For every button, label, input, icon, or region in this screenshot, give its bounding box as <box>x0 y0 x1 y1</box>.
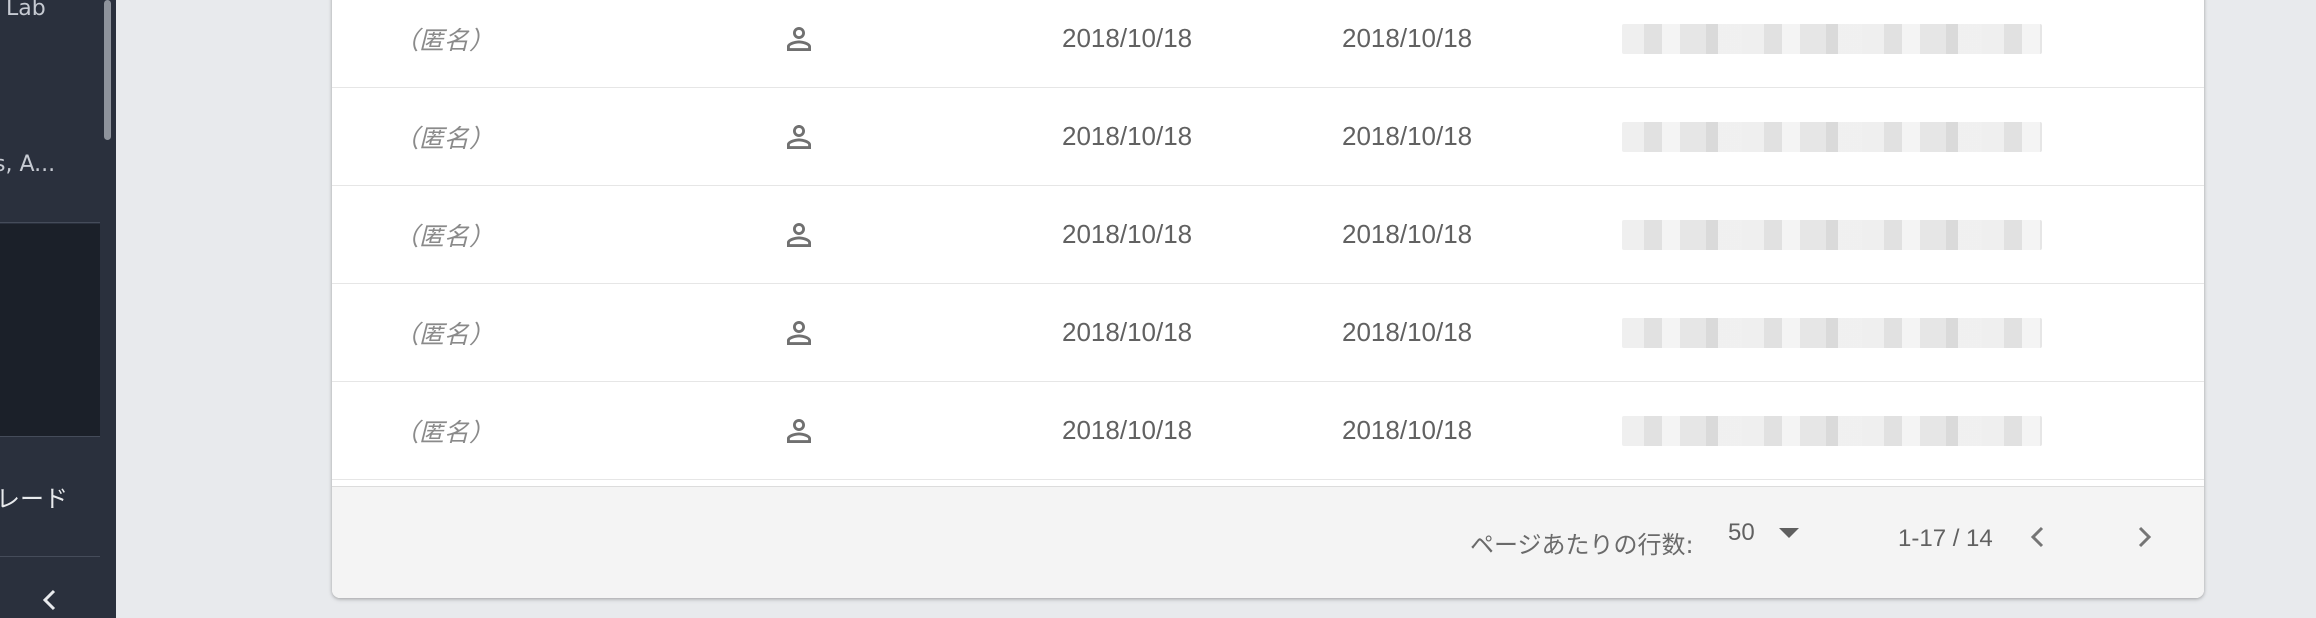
user-name-cell: （匿名） <box>394 221 495 251</box>
redacted-id-cell <box>1622 284 2042 381</box>
sidebar-divider <box>0 436 100 437</box>
last-signin-date-cell: 2018/10/18 <box>1342 23 1473 53</box>
rows-per-page-value: 50 <box>1728 519 1755 546</box>
sidebar-divider <box>0 222 100 223</box>
sidebar-item-truncated[interactable]: s, A... <box>0 152 55 177</box>
person-icon <box>780 382 818 479</box>
table-row[interactable]: （匿名） 2018/10/18 2018/10/18 <box>332 382 2204 480</box>
redacted-value <box>1622 317 2042 348</box>
user-name-cell: （匿名） <box>394 25 495 55</box>
person-icon <box>780 186 818 283</box>
person-icon <box>780 88 818 185</box>
created-date-cell: 2018/10/18 <box>1062 415 1193 445</box>
next-page-button[interactable] <box>2122 515 2166 559</box>
table-pagination: ページあたりの行数: 50 1-17 / 14 <box>332 486 2204 598</box>
chevron-left-icon[interactable] <box>38 588 62 612</box>
redacted-id-cell <box>1622 186 2042 283</box>
previous-page-button[interactable] <box>2016 515 2060 559</box>
person-icon <box>780 284 818 381</box>
chevron-left-icon <box>2030 526 2044 548</box>
created-date-cell: 2018/10/18 <box>1062 317 1193 347</box>
last-signin-date-cell: 2018/10/18 <box>1342 415 1473 445</box>
sidebar-item-lab[interactable]: Lab <box>6 0 46 21</box>
redacted-value <box>1622 23 2042 54</box>
rows-per-page-label: ページあたりの行数: <box>1470 531 1694 559</box>
table-row[interactable]: （匿名） 2018/10/18 2018/10/18 <box>332 186 2204 284</box>
redacted-value <box>1622 219 2042 250</box>
sidebar-dark-panel <box>0 224 100 436</box>
sidebar-upgrade-label[interactable]: レード <box>0 479 68 514</box>
pagination-range: 1-17 / 14 <box>1898 525 1993 552</box>
table-row[interactable]: （匿名） 2018/10/18 2018/10/18 <box>332 284 2204 382</box>
user-name-cell: （匿名） <box>394 319 495 349</box>
sidebar-scrollbar[interactable] <box>104 0 111 140</box>
users-table-card: （匿名） 2018/10/18 2018/10/18 （匿名） 2018/10/18 20… <box>332 0 2204 598</box>
last-signin-date-cell: 2018/10/18 <box>1342 121 1473 151</box>
person-icon <box>780 0 818 87</box>
created-date-cell: 2018/10/18 <box>1062 219 1193 249</box>
created-date-cell: 2018/10/18 <box>1062 121 1193 151</box>
table-row[interactable]: （匿名） 2018/10/18 2018/10/18 <box>332 0 2204 88</box>
table-row[interactable]: （匿名） 2018/10/18 2018/10/18 <box>332 88 2204 186</box>
sidebar-divider <box>0 556 100 557</box>
redacted-id-cell <box>1622 0 2042 87</box>
user-name-cell: （匿名） <box>394 123 495 153</box>
last-signin-date-cell: 2018/10/18 <box>1342 317 1473 347</box>
redacted-id-cell <box>1622 88 2042 185</box>
sidebar: Lab s, A... レード <box>0 0 116 618</box>
chevron-right-icon <box>2138 526 2152 548</box>
caret-down-icon <box>1778 528 1799 538</box>
rows-per-page-select[interactable]: 50 <box>1728 519 1799 547</box>
redacted-id-cell <box>1622 382 2042 479</box>
redacted-value <box>1622 121 2042 152</box>
user-name-cell: （匿名） <box>394 417 495 447</box>
redacted-value <box>1622 415 2042 446</box>
last-signin-date-cell: 2018/10/18 <box>1342 219 1473 249</box>
created-date-cell: 2018/10/18 <box>1062 23 1193 53</box>
